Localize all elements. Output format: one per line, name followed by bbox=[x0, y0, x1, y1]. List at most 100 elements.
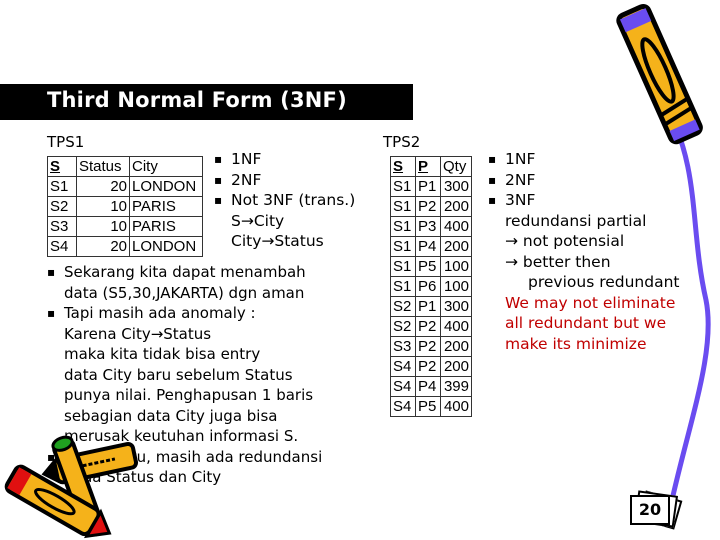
tps2-label: TPS2 bbox=[383, 133, 421, 151]
note-line-red: all redundant but we bbox=[505, 314, 667, 332]
cell-s: S4 bbox=[390, 396, 416, 417]
cell-p: P2 bbox=[415, 316, 441, 337]
cell-s: S1 bbox=[390, 256, 416, 277]
note-item: 1NF bbox=[488, 149, 680, 170]
cell-s: S1 bbox=[390, 196, 416, 217]
tps1-notes: 1NF 2NF Not 3NF (trans.) S→City City→Sta… bbox=[214, 149, 355, 252]
tps2-notes: 1NF 2NF 3NF redundansi partial → not pot… bbox=[488, 149, 680, 354]
dependency-city-status: City→Status bbox=[231, 232, 324, 250]
tps2-table: S P Qty S1 P1 300 S1 P2 200 S1 P3 400 S1 P4 200 S1 P5… bbox=[390, 156, 472, 417]
cell-qty: 200 bbox=[440, 356, 472, 377]
table-row: S2 10 PARIS bbox=[47, 196, 203, 217]
cell-s: S4 bbox=[390, 376, 416, 397]
cell-s: S2 bbox=[390, 316, 416, 337]
cell-qty: 200 bbox=[440, 196, 472, 217]
cell-status: 10 bbox=[76, 196, 130, 217]
table-row: S4 P5 400 bbox=[390, 396, 472, 417]
cell-p: P5 bbox=[415, 396, 441, 417]
explanation-line: maka kita tidak bisa entry bbox=[64, 345, 261, 363]
cell-qty: 400 bbox=[440, 396, 472, 417]
page-number: 20 bbox=[630, 495, 670, 525]
cell-status: 10 bbox=[76, 216, 130, 237]
cell-s: S2 bbox=[47, 196, 77, 217]
note-line-red: We may not eliminate bbox=[505, 293, 676, 312]
cell-p: P1 bbox=[415, 296, 441, 317]
cell-s: S4 bbox=[47, 236, 77, 257]
table-row: S1 P5 100 bbox=[390, 256, 472, 277]
cell-p: P1 bbox=[415, 176, 441, 197]
cell-city: PARIS bbox=[129, 196, 203, 217]
cell-s: S3 bbox=[47, 216, 77, 237]
cell-p: P6 bbox=[415, 276, 441, 297]
note-item: 3NF bbox=[488, 190, 680, 211]
explanation-line: data City baru sebelum Status bbox=[64, 365, 293, 384]
cell-p: P5 bbox=[415, 256, 441, 277]
cell-s: S3 bbox=[390, 336, 416, 357]
table-row: S1 P3 400 bbox=[390, 216, 472, 237]
table-row: S4 20 LONDON bbox=[47, 236, 203, 257]
header-s: S bbox=[390, 156, 416, 177]
note-line: → not potensial bbox=[505, 232, 625, 250]
cell-s: S1 bbox=[390, 236, 416, 257]
cell-status: 20 bbox=[76, 236, 130, 257]
dependency-s-city: S→City bbox=[231, 211, 285, 230]
cell-status: 20 bbox=[76, 176, 130, 197]
explanation-line: Karena City→Status bbox=[64, 324, 212, 343]
crayon-icon bbox=[616, 3, 703, 145]
table-row: S1 20 LONDON bbox=[47, 176, 203, 197]
explanation-line: punya nilai. Penghapusan 1 baris bbox=[64, 386, 314, 404]
cell-city: PARIS bbox=[129, 216, 203, 237]
crayons-icon bbox=[4, 435, 139, 539]
cell-qty: 300 bbox=[440, 176, 472, 197]
table-row: S2 P1 300 bbox=[390, 296, 472, 317]
cell-p: P4 bbox=[415, 236, 441, 257]
note-line: redundansi partial bbox=[505, 211, 647, 230]
cell-city: LONDON bbox=[129, 236, 203, 257]
table-header-row: S P Qty bbox=[390, 156, 472, 177]
cell-p: P2 bbox=[415, 356, 441, 377]
cell-s: S1 bbox=[390, 176, 416, 197]
note-item: 2NF bbox=[488, 170, 680, 191]
note-line-red: make its minimize bbox=[505, 334, 647, 353]
cell-s: S4 bbox=[390, 356, 416, 377]
cell-qty: 400 bbox=[440, 216, 472, 237]
header-p: P bbox=[415, 156, 441, 177]
note-item: Not 3NF (trans.) bbox=[214, 190, 355, 211]
table-row: S1 P1 300 bbox=[390, 176, 472, 197]
table-row: S4 P2 200 bbox=[390, 356, 472, 377]
cell-p: P4 bbox=[415, 376, 441, 397]
tps1-label: TPS1 bbox=[47, 133, 85, 151]
cell-p: P2 bbox=[415, 196, 441, 217]
cell-p: P3 bbox=[415, 216, 441, 237]
table-row: S2 P2 400 bbox=[390, 316, 472, 337]
cell-city: LONDON bbox=[129, 176, 203, 197]
cell-s: S2 bbox=[390, 296, 416, 317]
explanation-line: Sekarang kita dapat menambah bbox=[47, 262, 322, 283]
table-row: S4 P4 399 bbox=[390, 376, 472, 397]
table-row: S1 P6 100 bbox=[390, 276, 472, 297]
table-row: S1 P2 200 bbox=[390, 196, 472, 217]
cell-qty: 300 bbox=[440, 296, 472, 317]
cell-qty: 200 bbox=[440, 236, 472, 257]
table-header-row: S Status City bbox=[47, 156, 203, 177]
note-item: 2NF bbox=[214, 170, 355, 191]
cell-qty: 200 bbox=[440, 336, 472, 357]
cell-s: S1 bbox=[390, 216, 416, 237]
note-line: previous redundant bbox=[528, 273, 680, 291]
header-city: City bbox=[129, 156, 203, 177]
table-row: S1 P4 200 bbox=[390, 236, 472, 257]
cell-s: S1 bbox=[390, 276, 416, 297]
cell-qty: 100 bbox=[440, 276, 472, 297]
cell-p: P2 bbox=[415, 336, 441, 357]
explanation-line: Tapi masih ada anomaly : bbox=[47, 303, 322, 324]
note-item: 1NF bbox=[214, 149, 355, 170]
cell-qty: 399 bbox=[440, 376, 472, 397]
header-status: Status bbox=[76, 156, 130, 177]
header-s: S bbox=[47, 156, 77, 177]
tps1-table: S Status City S1 20 LONDON S2 10 PARIS S… bbox=[47, 156, 203, 257]
table-row: S3 10 PARIS bbox=[47, 216, 203, 237]
table-row: S3 P2 200 bbox=[390, 336, 472, 357]
cell-qty: 100 bbox=[440, 256, 472, 277]
slide-title: Third Normal Form (3NF) bbox=[47, 88, 347, 112]
cell-s: S1 bbox=[47, 176, 77, 197]
